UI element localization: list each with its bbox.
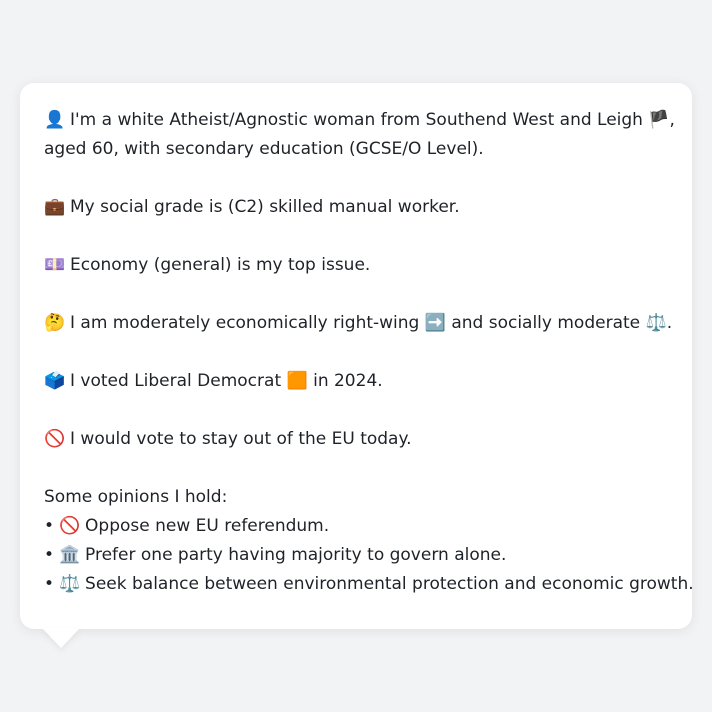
opinions-heading: Some opinions I hold: <box>44 487 228 507</box>
person-icon: 👤 <box>44 110 66 130</box>
banknote-icon: 💷 <box>44 255 66 275</box>
england-flag-icon: 🏴 <box>648 110 670 130</box>
ballot-box-icon: 🗳️ <box>44 371 66 391</box>
persona-message-card: 👤 I'm a white Atheist/Agnostic woman from… <box>20 83 694 629</box>
bullet: • <box>44 545 55 565</box>
opinion-text: Oppose new EU referendum. <box>85 516 330 536</box>
eu-vote-line: 🚫 I would vote to stay out of the EU toda… <box>44 425 668 454</box>
bullet: • <box>44 574 55 594</box>
balance-scale-icon: ⚖️ <box>59 574 81 594</box>
opinion-text: Prefer one party having majority to gove… <box>85 545 507 565</box>
thinking-face-icon: 🤔 <box>44 313 66 333</box>
prohibited-icon: 🚫 <box>59 516 81 536</box>
vote-2024-year: in 2024. <box>313 371 383 391</box>
eu-vote-text: I would vote to stay out of the EU today… <box>70 429 412 449</box>
classical-building-icon: 🏛️ <box>59 545 81 565</box>
ideology-period: . <box>666 313 673 333</box>
opinion-item-1: • 🚫 Oppose new EU referendum. <box>44 512 668 541</box>
social-grade-text: My social grade is (C2) skilled manual w… <box>70 197 460 217</box>
identity-text: I'm a white Atheist/Agnostic woman from … <box>70 110 643 130</box>
opinion-item-2: • 🏛️ Prefer one party having majority to g… <box>44 541 668 570</box>
briefcase-icon: 💼 <box>44 197 66 217</box>
ideology-text-middle: and socially moderate <box>451 313 641 333</box>
opinion-text: Seek balance between environmental prote… <box>85 574 694 594</box>
speech-bubble-tail <box>42 628 80 648</box>
orange-square-icon: 🟧 <box>286 371 308 391</box>
vote-2024-text: I voted Liberal Democrat <box>70 371 282 391</box>
ideology-line: 🤔 I am moderately economically right-wing… <box>44 309 672 338</box>
ideology-text-start: I am moderately economically right-wing <box>70 313 420 333</box>
right-arrow-icon: ➡️ <box>424 313 446 333</box>
top-issue-text: Economy (general) is my top issue. <box>70 255 371 275</box>
identity-line-2: aged 60, with secondary education (GCSE/… <box>44 139 484 159</box>
top-issue-line: 💷 Economy (general) is my top issue. <box>44 251 668 280</box>
social-grade-line: 💼 My social grade is (C2) skilled manual … <box>44 193 668 222</box>
bullet: • <box>44 516 55 536</box>
prohibited-icon: 🚫 <box>44 429 66 449</box>
balance-scale-icon: ⚖️ <box>645 313 667 333</box>
identity-line: 👤 I'm a white Atheist/Agnostic woman from… <box>44 106 675 135</box>
vote-2024-line: 🗳️ I voted Liberal Democrat 🟧 in 2024. <box>44 367 668 396</box>
opinion-item-3: • ⚖️ Seek balance between environmental pr… <box>44 570 694 599</box>
identity-comma: , <box>669 110 675 130</box>
